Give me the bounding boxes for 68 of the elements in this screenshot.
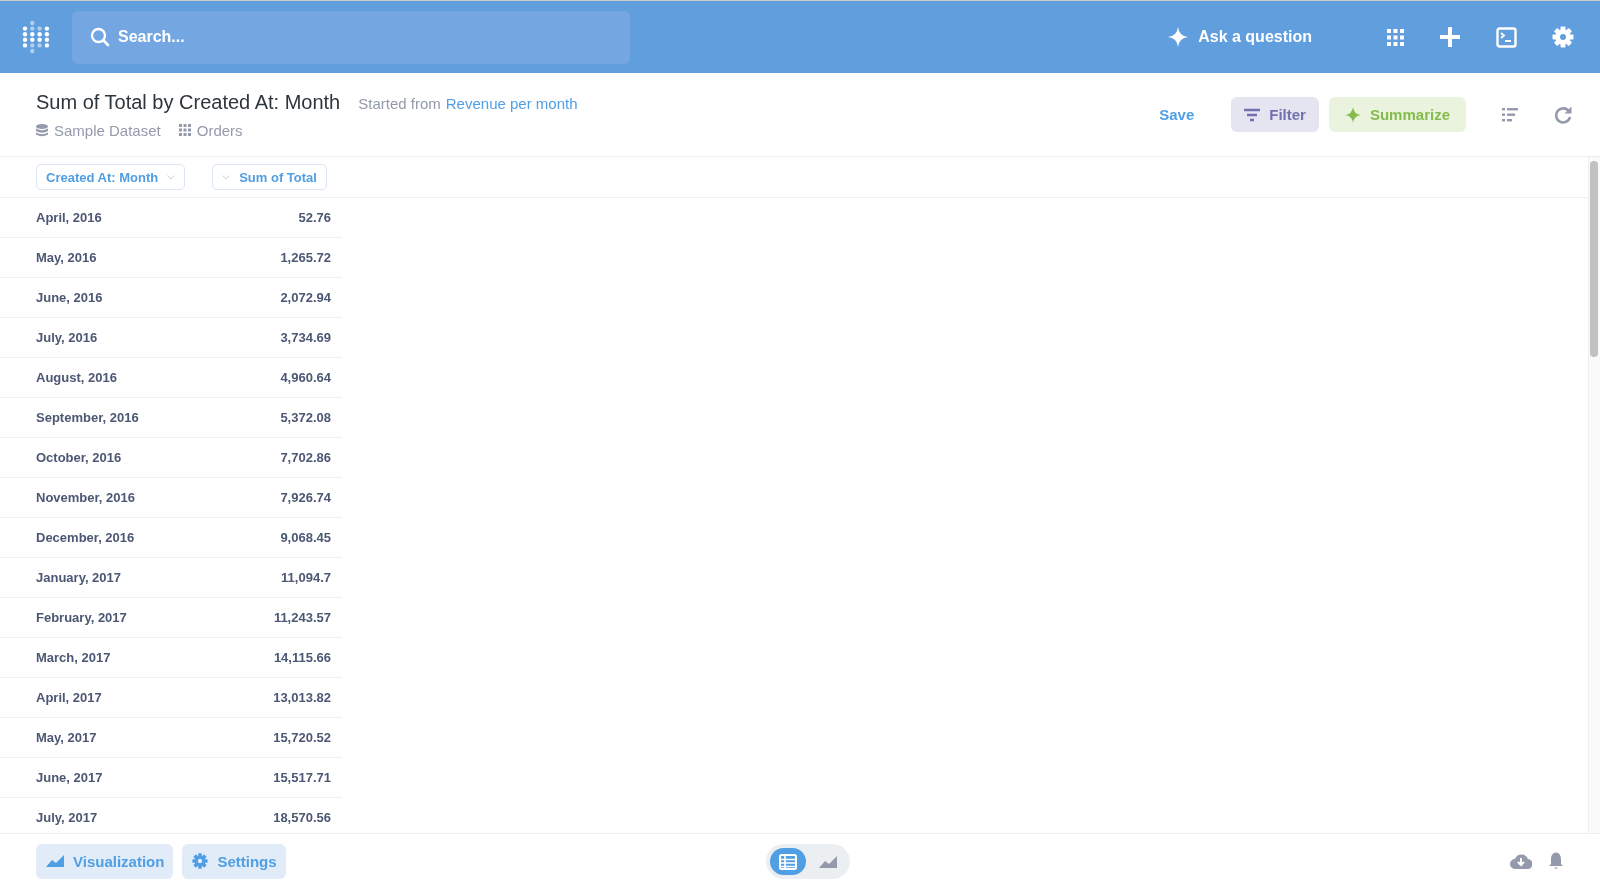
filter-icon [1244,107,1261,122]
table-cell: July, 2016 [36,330,98,345]
refresh-icon[interactable] [1554,105,1572,124]
table-cell: June, 2016 [36,290,103,305]
table-cell: 9,068.45 [280,530,331,545]
settings-button[interactable]: Settings [182,843,286,879]
table-cell: November, 2016 [36,490,135,505]
dotted-logo-icon[interactable] [22,20,50,54]
table-cell: August, 2016 [36,370,117,385]
table-cell: 11,243.57 [273,610,331,625]
scrollbar[interactable] [1588,157,1600,833]
table-cell: 15,517.71 [273,770,331,785]
table-cell: 18,570.56 [273,810,331,825]
table-cell: May, 2017 [36,730,97,745]
grid-icon[interactable] [1387,28,1404,46]
sparkle-icon [1344,106,1361,123]
table-cell: July, 2017 [36,810,98,825]
table-cell: 7,702.86 [280,450,331,465]
chevron-down-icon [167,174,176,180]
area-chart-icon [46,855,64,867]
grid-icon [178,124,191,136]
ask-a-question-button[interactable]: Ask a question [1168,27,1312,47]
table-cell: 3,734.69 [280,330,331,345]
table-cell: 2,072.94 [280,290,331,305]
bell-icon[interactable] [1548,852,1564,870]
column-header[interactable]: Created At: Month [36,164,186,190]
visualization-button[interactable]: Visualization [36,843,174,879]
table-cell: February, 2017 [36,610,127,625]
source-question-link[interactable]: Revenue per month [445,94,578,112]
table-icon [779,853,797,870]
gear-icon [192,853,209,869]
settings-icon[interactable] [1552,26,1574,48]
table-cell: 1,265.72 [280,250,331,265]
table-cell: September, 2016 [36,410,139,425]
terminal-icon[interactable] [1496,26,1517,48]
list-icon[interactable] [1502,107,1518,122]
table-cell: 7,926.74 [280,490,331,505]
sparkle-icon [1168,27,1189,47]
started-from-label: Started from [358,94,441,112]
table-cell: 15,720.52 [273,730,331,745]
table-view-button[interactable] [770,848,806,875]
table-cell: 13,013.82 [273,690,331,705]
table-cell: March, 2017 [36,650,111,665]
table-cell: December, 2016 [36,530,135,545]
database-icon [36,123,48,137]
table-cell: 11,094.7 [281,570,331,585]
table-cell: 52.76 [298,210,331,225]
table-cell: 4,960.64 [280,370,331,385]
table-cell: October, 2016 [36,450,122,465]
search-field[interactable]: Search... [72,10,630,64]
table-cell: June, 2017 [36,770,103,785]
table-cell: January, 2017 [36,570,122,585]
table-cell: May, 2016 [36,250,97,265]
question-title: Sum of Total by Created At: Month [36,90,341,114]
filter-button[interactable]: Filter [1231,97,1319,132]
summarize-button[interactable]: Summarize [1328,97,1466,132]
table-cell: April, 2017 [36,690,102,705]
database-link[interactable]: Sample Dataset [54,121,161,139]
plus-icon[interactable] [1439,26,1461,48]
column-header[interactable]: Sum of Total [212,164,327,190]
table-cell: April, 2016 [36,210,102,225]
download-icon[interactable] [1510,853,1532,869]
area-chart-icon [819,855,837,868]
table-link[interactable]: Orders [196,121,243,139]
save-button[interactable]: Save [1146,97,1208,132]
chevron-down-icon [222,174,231,180]
table-cell: 5,372.08 [280,410,331,425]
table-cell: 14,115.66 [273,650,331,665]
